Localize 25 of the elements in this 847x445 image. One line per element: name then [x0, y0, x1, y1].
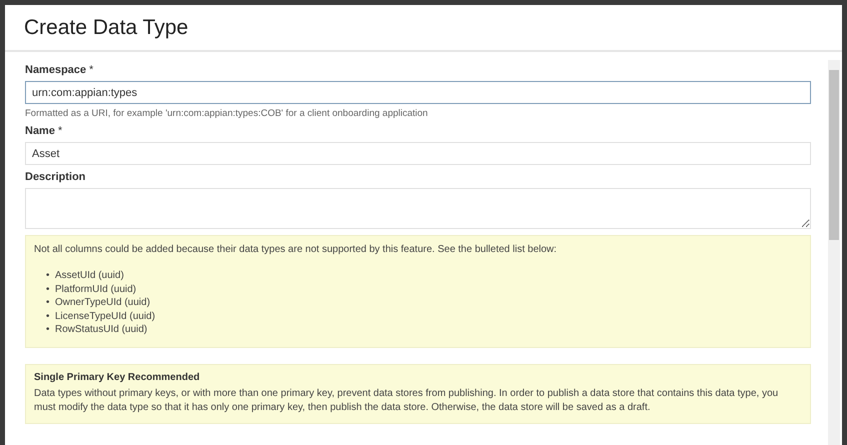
dialog-title: Create Data Type — [24, 16, 188, 40]
scrollbar[interactable] — [828, 60, 840, 445]
bullet: • — [46, 282, 51, 296]
list-item: RowStatusUId (uuid) — [55, 323, 148, 336]
field-label: Name * — [25, 125, 64, 137]
scrollbar-thumb[interactable] — [829, 70, 839, 240]
field-hint: Formatted as a URI, for example 'urn:com:appian:types:COB' for a client onboarding application — [25, 108, 429, 119]
field-label: Namespace * — [25, 64, 94, 76]
notice-text: Data types without primary keys, or with more than one primary key, prevent data stores from publishing. In order to publish a data store that contains this data type, you must modify the data type so that it has only one primary key, then publish the data store. Otherwise, the data store will be saved as a draft. — [34, 386, 780, 414]
field-label: Description — [25, 171, 87, 183]
namespace-field[interactable]: urn:com:appian:types — [25, 81, 811, 104]
list-item: LicenseTypeUId (uuid) — [55, 310, 156, 323]
notice-text: Not all columns could be added because their data types are not supported by this feature. See the bulleted list below: — [34, 244, 558, 255]
bullet: • — [46, 323, 51, 336]
list-item: OwnerTypeUId (uuid) — [55, 296, 150, 310]
name-field[interactable]: Asset — [25, 142, 811, 165]
list-item: AssetUId (uuid) — [55, 269, 124, 282]
bullet: • — [46, 269, 51, 282]
required-mark: * — [58, 125, 62, 137]
description-field[interactable] — [25, 188, 811, 229]
bullet: • — [46, 296, 51, 310]
list-item: PlatformUId (uuid) — [55, 282, 136, 296]
required-mark: * — [89, 64, 94, 76]
bullet: • — [46, 310, 51, 323]
notice-title: Single Primary Key Recommended — [34, 372, 201, 382]
